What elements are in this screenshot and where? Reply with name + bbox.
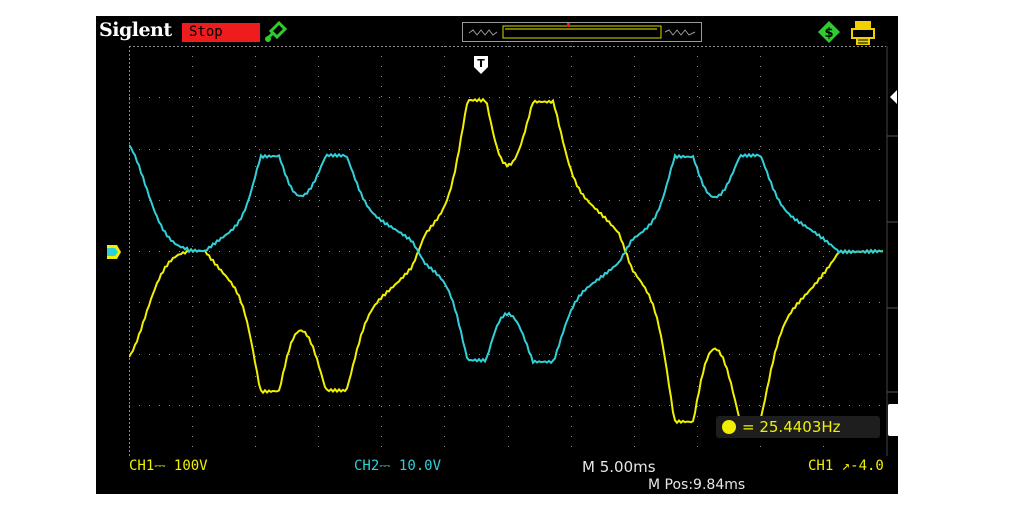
frequency-value: = 25.4403Hz bbox=[742, 418, 841, 436]
printer-icon bbox=[851, 21, 875, 45]
svg-text:$: $ bbox=[824, 26, 833, 41]
svg-text:T: T bbox=[477, 57, 485, 70]
frequency-icon bbox=[722, 420, 736, 434]
network-icon: $ bbox=[818, 21, 840, 43]
memory-waveform-preview bbox=[468, 23, 696, 39]
memory-depth-bar bbox=[462, 22, 702, 42]
timebase-label[interactable]: M 5.00ms bbox=[582, 458, 656, 476]
graticule bbox=[129, 46, 886, 456]
trigger-position-marker[interactable]: T bbox=[473, 55, 489, 75]
bottom-status-bar: CH1⎓ 100V CH2⎓ 10.0V M 5.00ms M Pos:9.84… bbox=[96, 456, 898, 494]
trigger-setting-label[interactable]: CH1 ↗-4.0 bbox=[808, 458, 884, 474]
waveform-display bbox=[129, 46, 886, 456]
horizontal-position-label[interactable]: M Pos:9.84ms bbox=[648, 477, 745, 493]
frequency-measurement: = 25.4403Hz bbox=[716, 416, 880, 438]
channel-ground-marker[interactable] bbox=[106, 244, 122, 260]
ch2-scale-label[interactable]: CH2⎓ 10.0V bbox=[354, 458, 441, 474]
ch2-waveform bbox=[129, 144, 884, 365]
ch1-waveform bbox=[129, 97, 884, 425]
side-menu-arrow-icon[interactable] bbox=[888, 88, 898, 106]
top-status-bar: Siglent Stop $ bbox=[96, 16, 898, 46]
ch1-scale-label[interactable]: CH1⎓ 100V bbox=[129, 458, 208, 474]
usb-icon bbox=[265, 21, 288, 42]
side-menu-tab[interactable] bbox=[888, 404, 898, 436]
run-stop-status-badge[interactable]: Stop bbox=[182, 23, 260, 42]
oscilloscope-screen: Siglent Stop $ T = 25.4403Hz CH1⎓ 100V C… bbox=[96, 16, 898, 494]
brand-logo: Siglent bbox=[99, 19, 172, 41]
